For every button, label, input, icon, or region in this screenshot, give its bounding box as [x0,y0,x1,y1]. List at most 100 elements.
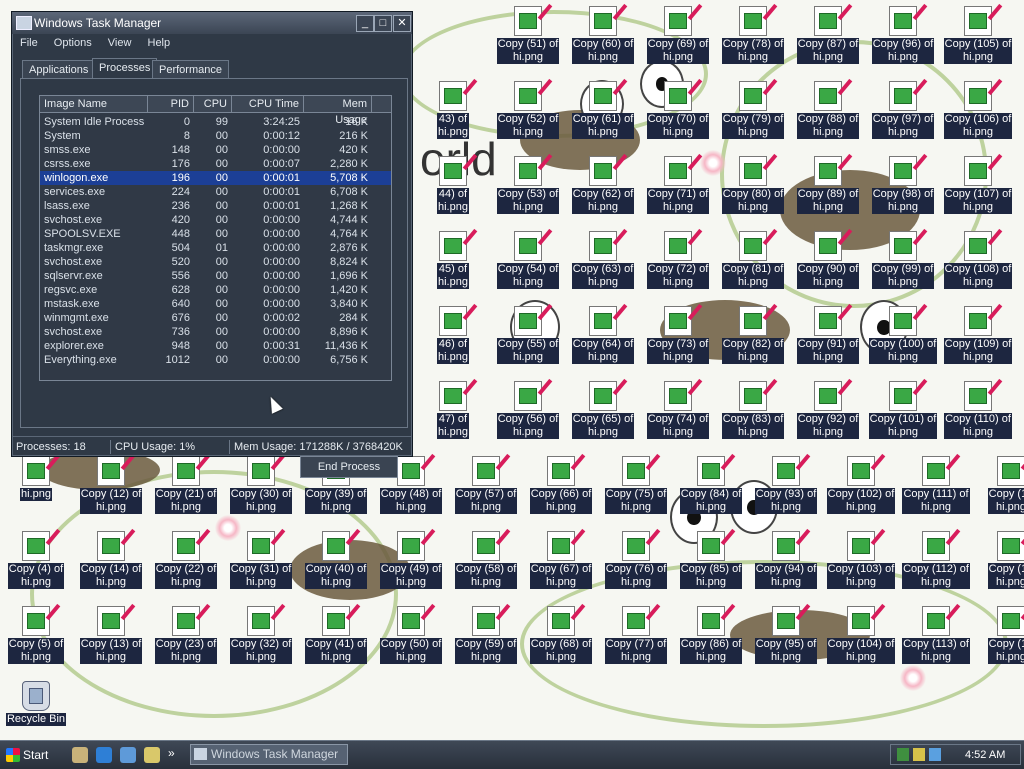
desktop-file-icon[interactable]: Copy (30) of hi.png [224,452,298,527]
task-manager-window[interactable]: Windows Task Manager _ □ ✕ File Options … [11,11,413,478]
column-pid[interactable]: PID [148,96,194,112]
desktop-file-icon[interactable]: Copy (59) of hi.png [449,602,523,677]
desktop-file-icon[interactable]: hi.png [0,452,73,527]
desktop-file-icon[interactable]: Copy (64) of hi.png [566,302,640,377]
desktop-file-icon[interactable]: Copy (77) of hi.png [599,602,673,677]
desktop-file-icon[interactable]: Copy (12 hi.png [974,602,1024,677]
desktop-file-icon[interactable]: Copy (54) of hi.png [491,227,565,302]
process-list[interactable]: Image Name PID CPU CPU Time Mem Usage Sy… [39,95,392,381]
desktop-file-icon[interactable]: Copy (61) of hi.png [566,77,640,152]
desktop-file-icon[interactable]: Copy (113) of hi.png [899,602,973,677]
desktop-file-icon[interactable]: Copy (11 hi.png [1014,152,1024,227]
table-row[interactable]: winlogon.exe 196 00 0:00:01 5,708 K [40,171,391,185]
desktop-file-icon[interactable]: Copy (63) of hi.png [566,227,640,302]
menu-file[interactable]: File [12,34,43,49]
table-row[interactable]: System Idle Process 0 99 3:24:25 16 K [40,115,391,129]
desktop-file-icon[interactable]: Copy (74) of hi.png [641,377,715,452]
menu-view[interactable]: View [100,34,137,49]
desktop-file-icon[interactable]: Copy (75) of hi.png [599,452,673,527]
search-icon[interactable] [144,747,160,763]
menu-options[interactable]: Options [46,34,97,49]
desktop-file-icon[interactable]: Copy (105) of hi.png [941,2,1015,77]
minimize-button[interactable]: _ [356,15,374,32]
desktop-file-icon[interactable]: Copy (99) of hi.png [866,227,940,302]
desktop-file-icon[interactable]: Copy (86) of hi.png [674,602,748,677]
desktop-file-icon[interactable]: Copy (109) of hi.png [941,302,1015,377]
desktop-file-icon[interactable]: Copy (55) of hi.png [491,302,565,377]
desktop-file-icon[interactable]: Copy (11 hi.png [1014,2,1024,77]
desktop-file-icon[interactable]: Copy (11 hi.png [1014,227,1024,302]
desktop-file-icon[interactable]: Copy (12 hi.png [974,452,1024,527]
desktop-file-icon[interactable]: Copy (80) of hi.png [716,152,790,227]
desktop-file-icon[interactable]: Copy (103) of hi.png [824,527,898,602]
desktop-file-icon[interactable]: Copy (68) of hi.png [524,602,598,677]
desktop-file-icon[interactable]: Copy (65) of hi.png [566,377,640,452]
desktop-file-icon[interactable]: Copy (82) of hi.png [716,302,790,377]
table-row[interactable]: winmgmt.exe 676 00 0:00:02 284 K [40,311,391,325]
table-row[interactable]: System 8 00 0:00:12 216 K [40,129,391,143]
table-row[interactable]: smss.exe 148 00 0:00:00 420 K [40,143,391,157]
start-button[interactable]: Start [3,745,57,765]
desktop-file-icon[interactable]: Copy (22) of hi.png [149,527,223,602]
desktop-file-icon[interactable]: Copy (108) of hi.png [941,227,1015,302]
desktop-file-icon[interactable]: Copy (12) of hi.png [74,452,148,527]
desktop-file-icon[interactable]: Copy (12 hi.png [974,527,1024,602]
table-row[interactable]: lsass.exe 236 00 0:00:01 1,268 K [40,199,391,213]
desktop-file-icon[interactable]: Copy (53) of hi.png [491,152,565,227]
desktop-file-icon[interactable]: Copy (94) of hi.png [749,527,823,602]
tray-app-icon[interactable] [913,748,925,761]
desktop-file-icon[interactable]: Copy (97) of hi.png [866,77,940,152]
desktop-file-icon[interactable]: Copy (88) of hi.png [791,77,865,152]
table-row[interactable]: svchost.exe 420 00 0:00:00 4,744 K [40,213,391,227]
desktop-file-icon[interactable]: Copy (106) of hi.png [941,77,1015,152]
desktop-file-icon[interactable]: Copy (11 hi.png [1014,77,1024,152]
desktop-file-icon[interactable]: Copy (87) of hi.png [791,2,865,77]
table-row[interactable]: services.exe 224 00 0:00:01 6,708 K [40,185,391,199]
table-row[interactable]: SPOOLSV.EXE 448 00 0:00:00 4,764 K [40,227,391,241]
column-cpu-time[interactable]: CPU Time [232,96,304,112]
desktop-file-icon[interactable]: 43) of hi.png [416,77,490,152]
table-row[interactable]: mstask.exe 640 00 0:00:00 3,840 K [40,297,391,311]
desktop-file-icon[interactable]: Copy (32) of hi.png [224,602,298,677]
table-row[interactable]: svchost.exe 736 00 0:00:00 8,896 K [40,325,391,339]
desktop-file-icon[interactable]: Copy (57) of hi.png [449,452,523,527]
desktop-file-icon[interactable]: Copy (13) of hi.png [74,602,148,677]
taskbar-task-manager-button[interactable]: Windows Task Manager [190,744,348,765]
desktop-file-icon[interactable]: Copy (70) of hi.png [641,77,715,152]
outlook-express-icon[interactable] [120,747,136,763]
column-image-name[interactable]: Image Name [40,96,148,112]
desktop-file-icon[interactable]: Copy (71) of hi.png [641,152,715,227]
desktop-file-icon[interactable]: Copy (98) of hi.png [866,152,940,227]
desktop-file-icon[interactable]: Copy (81) of hi.png [716,227,790,302]
desktop-file-icon[interactable]: Copy (85) of hi.png [674,527,748,602]
desktop-file-icon[interactable]: 44) of hi.png [416,152,490,227]
desktop-file-icon[interactable]: Copy (23) of hi.png [149,602,223,677]
desktop-file-icon[interactable]: Copy (31) of hi.png [224,527,298,602]
desktop-file-icon[interactable]: Copy (66) of hi.png [524,452,598,527]
tab-processes[interactable]: Processes [92,58,158,79]
desktop-file-icon[interactable]: Copy (83) of hi.png [716,377,790,452]
quicklaunch-chevron-icon[interactable]: » [168,746,175,760]
desktop-file-icon[interactable]: Copy (69) of hi.png [641,2,715,77]
table-row[interactable]: sqlservr.exe 556 00 0:00:00 1,696 K [40,269,391,283]
desktop-file-icon[interactable]: Copy (111) of hi.png [899,452,973,527]
desktop-file-icon[interactable]: Copy (93) of hi.png [749,452,823,527]
menu-help[interactable]: Help [140,34,176,49]
table-row[interactable]: csrss.exe 176 00 0:00:07 2,280 K [40,157,391,171]
desktop-file-icon[interactable]: Copy (110) of hi.png [941,377,1015,452]
clock[interactable]: 4:52 AM [965,749,1005,761]
desktop-file-icon[interactable]: Copy (56) of hi.png [491,377,565,452]
table-row[interactable]: taskmgr.exe 504 01 0:00:00 2,876 K [40,241,391,255]
tab-performance[interactable]: Performance [152,60,229,79]
desktop-file-icon[interactable]: Copy (72) of hi.png [641,227,715,302]
desktop-file-icon[interactable]: Copy (104) of hi.png [824,602,898,677]
desktop-file-icon[interactable]: Copy (11 hi.png [1014,302,1024,377]
desktop-file-icon[interactable]: Copy (52) of hi.png [491,77,565,152]
column-mem-usage[interactable]: Mem Usage [304,96,372,126]
table-row[interactable]: explorer.exe 948 00 0:00:31 11,436 K [40,339,391,353]
tray-monitor-icon[interactable] [929,748,941,761]
desktop-file-icon[interactable]: Copy (4) of hi.png [0,527,73,602]
desktop-file-icon[interactable]: 47) of hi.png [416,377,490,452]
show-desktop-icon[interactable] [72,747,88,763]
desktop-file-icon[interactable]: Copy (100) of hi.png [866,302,940,377]
